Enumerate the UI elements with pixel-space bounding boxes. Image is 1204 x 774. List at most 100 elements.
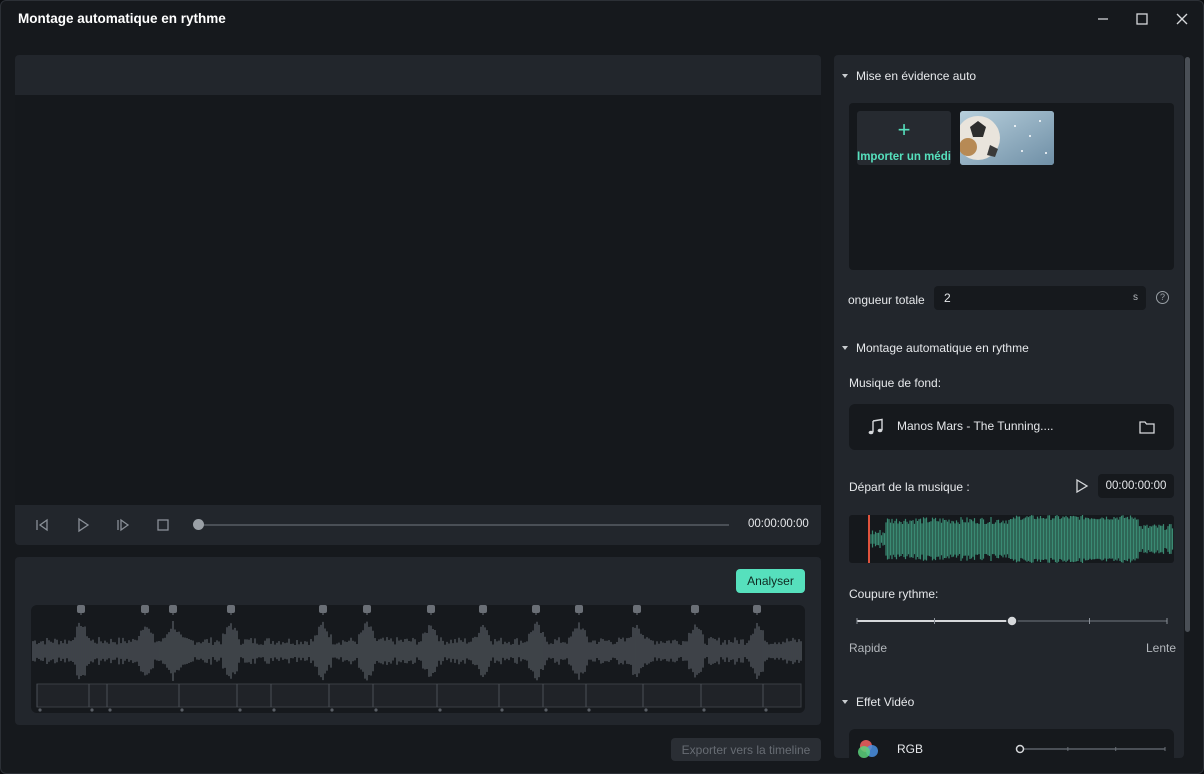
beat-marker <box>363 605 371 613</box>
clip-dot <box>764 708 768 712</box>
total-length-input[interactable]: 2 s <box>934 286 1146 310</box>
section-title: Montage automatique en rythme <box>856 341 1029 355</box>
section-title: Mise en évidence auto <box>856 69 977 83</box>
music-waveform-graphic <box>868 515 1174 563</box>
play-music-icon[interactable] <box>1075 478 1089 494</box>
playback-controls: 00:00:00:00 <box>15 505 821 545</box>
previous-frame-button[interactable] <box>32 515 52 535</box>
settings-panel: Mise en évidence auto + Importer un médi… <box>834 55 1184 758</box>
clip-dot <box>180 708 184 712</box>
beat-marker <box>227 605 235 613</box>
stop-button[interactable] <box>153 515 173 535</box>
progress-handle[interactable] <box>193 519 204 530</box>
effect-name: RGB <box>897 742 924 756</box>
help-icon[interactable]: ? <box>1156 291 1169 304</box>
clip-dot <box>38 708 42 712</box>
beat-marker <box>427 605 435 613</box>
media-thumbnail[interactable] <box>960 111 1054 165</box>
maximize-button[interactable] <box>1129 7 1155 31</box>
waveform-bars <box>32 621 802 681</box>
folder-icon[interactable] <box>1139 420 1155 434</box>
progress-track[interactable] <box>199 524 729 526</box>
beat-marker <box>319 605 327 613</box>
title-bar: Montage automatique en rythme <box>1 1 1203 39</box>
close-icon <box>1176 13 1188 25</box>
analyze-button[interactable]: Analyser <box>736 569 805 593</box>
maximize-icon <box>1136 13 1148 25</box>
background-music-selector[interactable]: Manos Mars - The Tunning.... <box>849 404 1174 450</box>
bg-music-label: Musique de fond: <box>849 376 942 390</box>
beat-marker <box>169 605 177 613</box>
slider-handle <box>1006 615 1018 627</box>
beat-cut-slider[interactable] <box>849 615 1174 639</box>
beat-marker <box>141 605 149 613</box>
rgb-effect-slider[interactable] <box>1015 739 1170 758</box>
preview-timecode: 00:00:00:00 <box>748 518 809 530</box>
effect-rgb-row: RGB <box>849 729 1174 758</box>
section-title: Effet Vidéo <box>856 695 915 709</box>
slider-min-label: Rapide <box>849 641 888 655</box>
soccer-ball-image <box>960 111 1054 165</box>
minimize-icon <box>1098 18 1108 20</box>
play-icon <box>78 517 90 533</box>
beat-cut-label: Coupure rythme: <box>849 587 939 601</box>
clip-dot <box>330 708 334 712</box>
export-to-timeline-button[interactable]: Exporter vers la timeline <box>671 738 821 761</box>
next-frame-icon <box>117 518 130 532</box>
slider-handle <box>1015 744 1025 754</box>
clip-dot <box>644 708 648 712</box>
previous-frame-icon <box>36 518 48 532</box>
video-preview <box>15 95 821 505</box>
clip-dot <box>238 708 242 712</box>
caret-down-icon <box>842 700 848 704</box>
total-length-value: 2 <box>944 291 951 305</box>
import-media-button[interactable]: + Importer un média <box>857 111 951 165</box>
music-start-time[interactable]: 00:00:00:00 <box>1098 474 1174 498</box>
music-waveform-bars <box>870 515 1174 563</box>
play-button[interactable] <box>73 515 93 535</box>
beat-marker <box>532 605 540 613</box>
caret-down-icon <box>842 74 848 78</box>
beat-waveform-graphic <box>32 605 802 712</box>
stop-icon <box>157 519 169 531</box>
beat-marker <box>753 605 761 613</box>
scrollbar[interactable] <box>1185 57 1190 632</box>
clip-dot <box>272 708 276 712</box>
beat-marker <box>479 605 487 613</box>
total-length-label: ongueur totale <box>848 293 925 307</box>
import-media-label: Importer un média <box>857 151 951 163</box>
next-frame-button[interactable] <box>113 515 133 535</box>
close-button[interactable] <box>1169 7 1195 31</box>
beat-marker <box>575 605 583 613</box>
minimize-button[interactable] <box>1090 7 1116 31</box>
clip-dot <box>587 708 591 712</box>
slider-max-label: Lente <box>1146 641 1177 655</box>
clip-dot <box>544 708 548 712</box>
clip-dot <box>374 708 378 712</box>
music-note-icon <box>868 418 883 435</box>
beat-detection-panel: Analyser <box>15 557 821 725</box>
clip-dot <box>108 708 112 712</box>
music-waveform[interactable] <box>849 515 1174 563</box>
clip-dot <box>90 708 94 712</box>
clip-dot <box>702 708 706 712</box>
caret-down-icon <box>842 346 848 350</box>
clip-dot <box>438 708 442 712</box>
media-area: + Importer un média <box>849 103 1174 270</box>
clip-dot <box>500 708 504 712</box>
rgb-effect-icon <box>858 740 878 758</box>
total-length-unit: s <box>1133 292 1138 303</box>
beat-marker <box>691 605 699 613</box>
section-beat-sync[interactable]: Montage automatique en rythme <box>842 341 1029 355</box>
beat-sync-window: Montage automatique en rythme 00:00:00:0… <box>0 0 1204 774</box>
window-title: Montage automatique en rythme <box>18 11 226 26</box>
beat-marker <box>633 605 641 613</box>
beat-marker <box>77 605 85 613</box>
plus-icon: + <box>897 117 911 142</box>
clip-track <box>36 683 802 708</box>
section-auto-highlight[interactable]: Mise en évidence auto <box>842 69 976 83</box>
music-name: Manos Mars - The Tunning.... <box>897 419 1054 433</box>
section-video-effect[interactable]: Effet Vidéo <box>842 695 914 709</box>
beat-waveform[interactable] <box>31 605 805 713</box>
music-start-label: Départ de la musique : <box>849 480 970 494</box>
